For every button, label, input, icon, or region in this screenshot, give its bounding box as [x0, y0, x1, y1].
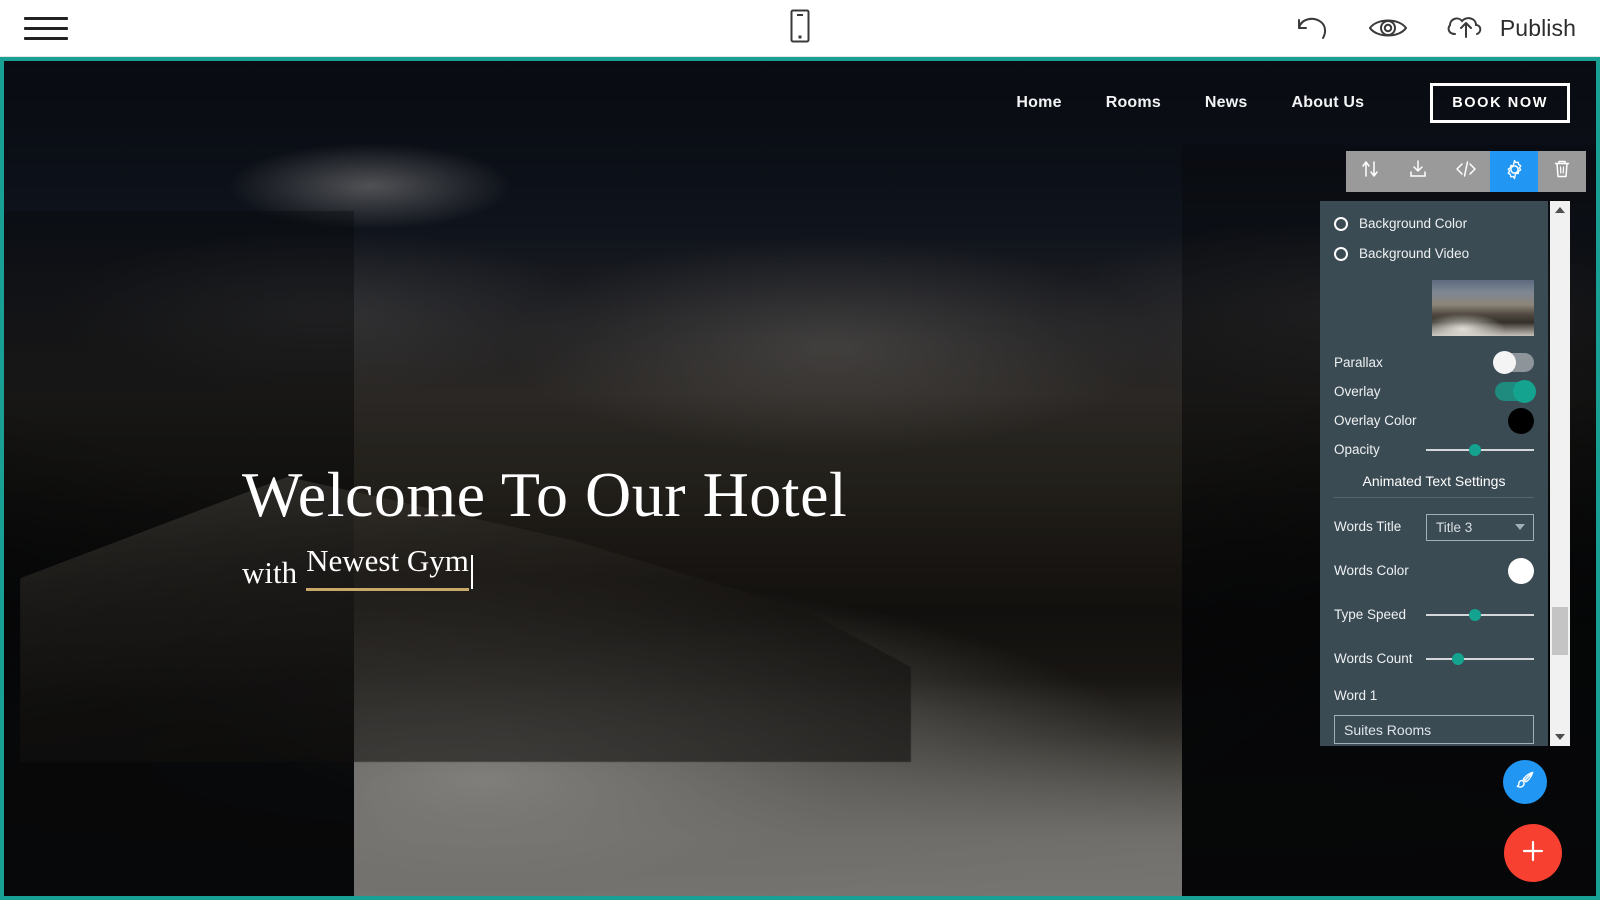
type-speed-slider[interactable]	[1426, 606, 1534, 624]
slider-thumb[interactable]	[1452, 653, 1465, 665]
slider-track	[1426, 658, 1534, 660]
slider-thumb[interactable]	[1468, 443, 1481, 456]
option-background-video[interactable]: Background Video	[1320, 239, 1548, 268]
edit-code-button[interactable]	[1442, 151, 1490, 192]
word1-row: Word 1	[1320, 681, 1548, 710]
opacity-row: Opacity	[1320, 435, 1548, 464]
hamburger-menu-icon[interactable]	[24, 11, 68, 45]
background-color-label: Background Color	[1359, 216, 1468, 231]
nav-link-news[interactable]: News	[1183, 86, 1270, 120]
background-image-thumbnail[interactable]	[1432, 280, 1534, 336]
slider-thumb[interactable]	[1468, 609, 1481, 621]
overlay-toggle[interactable]	[1495, 380, 1536, 403]
eye-preview-icon[interactable]	[1366, 12, 1410, 44]
overlay-color-swatch[interactable]	[1508, 407, 1534, 434]
overlay-label: Overlay	[1334, 383, 1381, 399]
hero-subtitle-static: with	[242, 554, 298, 590]
toggle-knob	[1493, 351, 1516, 374]
nav-link-home[interactable]: Home	[994, 86, 1083, 120]
section-divider	[1334, 497, 1534, 498]
animated-text-settings-title: Animated Text Settings	[1362, 473, 1506, 489]
mobile-device-icon[interactable]	[785, 6, 815, 51]
words-title-value: Title 3	[1436, 519, 1473, 535]
download-icon	[1407, 158, 1429, 185]
words-count-slider[interactable]	[1426, 650, 1534, 668]
settings-panel-scrollbar[interactable]	[1550, 201, 1570, 746]
words-count-label: Words Count	[1334, 651, 1413, 667]
nav-link-rooms[interactable]: Rooms	[1084, 86, 1183, 120]
parallax-label: Parallax	[1334, 354, 1383, 370]
hero-subtitle[interactable]: with Newest Gym	[242, 543, 847, 591]
word1-label: Word 1	[1334, 687, 1378, 703]
words-color-swatch[interactable]	[1508, 558, 1534, 584]
publish-label: Publish	[1499, 14, 1576, 41]
up-down-arrows-icon	[1359, 158, 1381, 185]
undo-icon[interactable]	[1290, 11, 1332, 45]
block-settings-panel[interactable]: Background Color Background Video Parall…	[1320, 201, 1548, 746]
publish-button[interactable]: Publish	[1444, 10, 1576, 47]
scroll-down-arrow-icon[interactable]	[1550, 728, 1570, 746]
radio-button-icon[interactable]	[1334, 246, 1348, 261]
words-title-label: Words Title	[1334, 519, 1402, 535]
words-color-row: Words Color	[1320, 549, 1548, 593]
type-speed-row: Type Speed	[1320, 593, 1548, 637]
paint-brush-icon	[1514, 769, 1536, 796]
hamburger-line	[24, 36, 68, 40]
hero-title[interactable]: Welcome To Our Hotel	[242, 459, 847, 531]
type-speed-label: Type Speed	[1334, 607, 1407, 623]
overlay-color-row: Overlay Color	[1320, 406, 1548, 435]
nav-link-about-us[interactable]: About Us	[1270, 86, 1387, 120]
words-title-row: Words Title Title 3	[1320, 505, 1548, 549]
move-block-button[interactable]	[1346, 151, 1394, 192]
opacity-label: Opacity	[1334, 441, 1380, 457]
option-background-color[interactable]: Background Color	[1320, 209, 1548, 238]
background-image-row	[1320, 269, 1548, 348]
app-toolbar-actions: Publish	[1290, 10, 1576, 47]
words-color-label: Words Color	[1334, 563, 1409, 579]
radio-button-icon[interactable]	[1334, 216, 1348, 231]
add-block-fab[interactable]	[1504, 824, 1562, 882]
scroll-up-arrow-icon[interactable]	[1550, 201, 1570, 219]
delete-block-button[interactable]	[1538, 151, 1586, 192]
text-caret	[470, 554, 473, 589]
block-settings-button[interactable]	[1490, 151, 1538, 192]
hamburger-line	[24, 16, 68, 20]
editor-canvas-frame: Home Rooms News About Us BOOK NOW Welcom…	[0, 57, 1600, 900]
parallax-row: Parallax	[1320, 348, 1548, 377]
trash-icon	[1551, 158, 1573, 185]
background-video-label: Background Video	[1359, 246, 1470, 261]
book-now-button[interactable]: BOOK NOW	[1430, 83, 1570, 123]
site-preview-canvas[interactable]: Home Rooms News About Us BOOK NOW Welcom…	[4, 61, 1596, 896]
scrollbar-thumb[interactable]	[1552, 607, 1568, 655]
overlay-color-label: Overlay Color	[1334, 412, 1417, 428]
site-navigation: Home Rooms News About Us BOOK NOW	[994, 83, 1580, 123]
word1-input[interactable]: Suites Rooms	[1334, 715, 1534, 744]
gear-icon	[1503, 158, 1526, 186]
words-title-select[interactable]: Title 3	[1426, 513, 1534, 541]
hero-subtitle-animated-word: Newest Gym	[306, 543, 469, 591]
opacity-slider[interactable]	[1426, 441, 1534, 459]
code-brackets-icon	[1454, 158, 1478, 185]
block-toolbar	[1346, 151, 1586, 192]
app-toolbar: Publish	[0, 0, 1600, 57]
words-count-row: Words Count	[1320, 637, 1548, 681]
hero-text-block[interactable]: Welcome To Our Hotel with Newest Gym	[242, 459, 847, 591]
cloud-upload-icon	[1444, 10, 1488, 47]
toggle-knob	[1513, 380, 1536, 403]
parallax-toggle[interactable]	[1493, 351, 1534, 374]
hamburger-line	[24, 26, 68, 30]
overlay-row: Overlay	[1320, 377, 1548, 406]
download-block-button[interactable]	[1394, 151, 1442, 192]
style-brush-fab[interactable]	[1503, 760, 1547, 804]
plus-icon	[1518, 836, 1548, 871]
chevron-down-icon	[1515, 524, 1525, 530]
